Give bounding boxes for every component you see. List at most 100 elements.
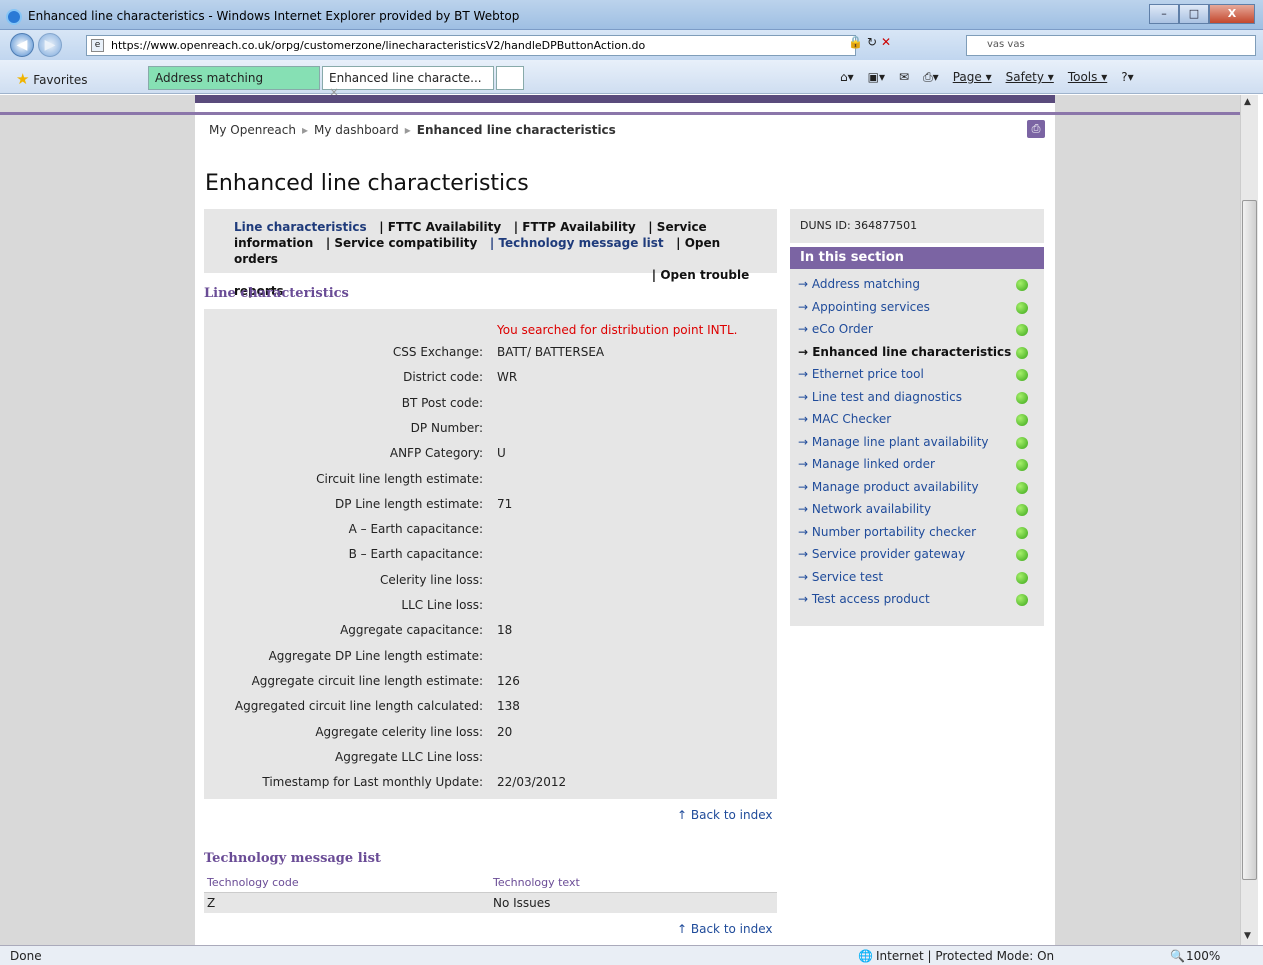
print-page-icon[interactable]: ⎙ — [1027, 120, 1045, 138]
tab-enhanced-line[interactable]: Enhanced line characte... × — [322, 66, 494, 99]
top-nav-strip — [195, 95, 1055, 103]
minimize-button[interactable]: – — [1149, 4, 1179, 24]
print-icon[interactable]: ⎙▾ — [923, 70, 939, 85]
sidebar-item[interactable]: → Manage product availability — [798, 480, 979, 494]
maximize-button[interactable]: □ — [1179, 4, 1209, 24]
breadcrumb-dashboard[interactable]: My dashboard — [314, 123, 399, 137]
field-label: ANFP Category: — [389, 446, 483, 461]
field-value: 22/03/2012 — [497, 775, 567, 790]
table-row: Circuit line length estimate: — [204, 472, 777, 490]
sidebar-item[interactable]: → Service provider gateway — [798, 547, 965, 561]
sidebar-item[interactable]: → Network availability — [798, 502, 931, 516]
stop-icon[interactable]: ✕ — [881, 35, 891, 49]
tab-fttp[interactable]: | FTTP Availability — [514, 220, 636, 234]
scroll-thumb[interactable] — [1242, 200, 1257, 880]
new-tab-button[interactable] — [496, 66, 524, 90]
url-text: https://www.openreach.co.uk/orpg/custome… — [111, 39, 646, 52]
field-value: 126 — [497, 673, 520, 688]
status-dot-icon — [1016, 526, 1028, 539]
table-row: A – Earth capacitance: — [204, 522, 777, 540]
tab-fttc[interactable]: | FTTC Availability — [379, 220, 501, 234]
tab-line-characteristics[interactable]: Line characteristics — [234, 220, 367, 234]
home-icon[interactable]: ⌂▾ — [840, 70, 854, 85]
lock-icon[interactable]: 🔒 — [848, 35, 863, 49]
sidebar-item[interactable]: → Service test — [798, 570, 883, 584]
close-window-button[interactable]: X — [1209, 4, 1255, 24]
sidebar-item[interactable]: → Test access product — [798, 592, 930, 606]
zoom-icon[interactable]: 🔍 — [1170, 949, 1185, 963]
tools-menu[interactable]: Tools ▾ — [1068, 70, 1107, 85]
field-value: U — [497, 446, 506, 461]
duns-id: DUNS ID: 364877501 — [790, 209, 1044, 243]
field-value: 138 — [497, 699, 520, 714]
field-label: CSS Exchange: — [392, 345, 483, 359]
forward-button[interactable]: ▶ — [38, 33, 62, 57]
field-label: A – Earth capacitance: — [348, 522, 483, 537]
tab-service-compat[interactable]: | Service compatibility — [326, 236, 478, 250]
status-dot-icon — [1016, 301, 1028, 314]
tech-table: Technology code Technology text Z No Iss… — [204, 873, 777, 913]
table-row: Z No Issues — [204, 893, 777, 913]
tab-label: Enhanced line characte... — [329, 71, 482, 85]
page-menu[interactable]: Page ▾ — [953, 70, 992, 85]
vertical-scrollbar[interactable]: ▲ ▼ — [1240, 95, 1258, 945]
sidebar-item[interactable]: → Number portability checker — [798, 525, 976, 539]
status-dot-icon — [1016, 346, 1028, 359]
col-tech-text: Technology text — [493, 876, 580, 889]
address-field[interactable]: e https://www.openreach.co.uk/orpg/custo… — [86, 35, 856, 56]
mail-icon[interactable]: ✉ — [899, 70, 909, 85]
table-row: Aggregate capacitance: 18 — [204, 623, 777, 641]
page-title: Enhanced line characteristics — [205, 171, 529, 196]
in-this-section-panel: In this section → Address matching → Appo… — [790, 247, 1044, 626]
sidebar-item[interactable]: → Enhanced line characteristics — [798, 345, 1011, 359]
back-to-index-link-2[interactable]: ↑ Back to index — [677, 922, 773, 936]
feeds-icon[interactable]: ▣▾ — [868, 70, 885, 85]
page-icon: e — [91, 39, 104, 52]
back-to-index-link[interactable]: ↑ Back to index — [677, 808, 773, 822]
scroll-up-icon[interactable]: ▲ — [1244, 97, 1251, 107]
tab-address-matching[interactable]: Address matching — [148, 66, 320, 90]
table-row: District code: WR — [204, 370, 777, 388]
table-row: Aggregate DP Line length estimate: — [204, 649, 777, 667]
sidebar-item[interactable]: → Manage linked order — [798, 457, 935, 471]
status-dot-icon — [1016, 436, 1028, 449]
field-label: DP Number: — [410, 420, 483, 435]
sidebar-item[interactable]: → eCo Order — [798, 322, 873, 336]
sidebar-item[interactable]: → MAC Checker — [798, 412, 891, 426]
breadcrumb-home[interactable]: My Openreach — [209, 123, 296, 137]
field-label: LLC Line loss: — [401, 598, 483, 612]
breadcrumb-current: Enhanced line characteristics — [416, 123, 616, 137]
favorites-label: Favorites — [33, 73, 88, 87]
search-input[interactable]: vas vas — [966, 35, 1256, 56]
table-row: ANFP Category: U — [204, 446, 777, 464]
sidebar-item[interactable]: → Appointing services — [798, 300, 930, 314]
tab-tech-list[interactable]: | Technology message list — [490, 236, 664, 250]
sidebar-item[interactable]: → Line test and diagnostics — [798, 390, 962, 404]
section-tabs: Line characteristics | FTTC Availability… — [204, 209, 777, 298]
purple-divider — [0, 112, 1240, 115]
cell-tech-text: No Issues — [493, 896, 551, 910]
tabs-bar: ★ Favorites Address matching Enhanced li… — [0, 60, 1263, 99]
help-icon[interactable]: ?▾ — [1121, 70, 1133, 85]
status-text: Done — [10, 949, 42, 963]
address-bar-row: ◀ ▶ e https://www.openreach.co.uk/orpg/c… — [0, 30, 1263, 60]
table-row: Aggregate celerity line loss: 20 — [204, 725, 777, 743]
favorites-button[interactable]: ★ Favorites — [16, 70, 88, 88]
table-row: B – Earth capacitance: — [204, 547, 777, 565]
sidebar-item[interactable]: → Manage line plant availability — [798, 435, 989, 449]
table-row: Aggregate LLC Line loss: — [204, 750, 777, 768]
table-row: Timestamp for Last monthly Update: 22/03/… — [204, 775, 777, 793]
zoom-level[interactable]: 100% — [1186, 949, 1220, 963]
col-tech-code: Technology code — [207, 876, 299, 889]
back-button[interactable]: ◀ — [10, 33, 34, 57]
field-label: Aggregate capacitance: — [340, 623, 483, 638]
window-title-bar: Enhanced line characteristics - Windows … — [0, 0, 1263, 30]
sidebar-item[interactable]: → Address matching — [798, 277, 920, 291]
status-dot-icon — [1016, 481, 1028, 494]
sidebar-item[interactable]: → Ethernet price tool — [798, 367, 924, 381]
safety-menu[interactable]: Safety ▾ — [1006, 70, 1054, 85]
status-dot-icon — [1016, 549, 1028, 561]
scroll-down-icon[interactable]: ▼ — [1244, 931, 1251, 941]
tech-message-heading: Technology message list — [204, 851, 381, 866]
refresh-icon[interactable]: ↻ — [867, 35, 877, 49]
